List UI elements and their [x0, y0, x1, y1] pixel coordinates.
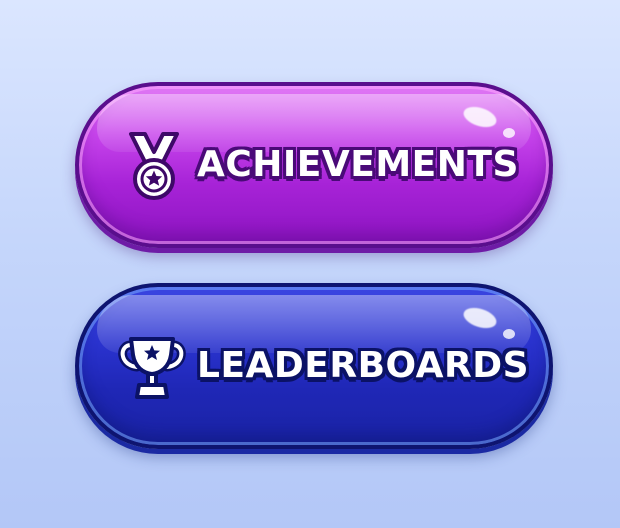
achievements-button[interactable]: ACHIEVEMENTS: [75, 82, 553, 248]
leaderboards-button[interactable]: LEADERBOARDS: [75, 283, 553, 449]
game-menu: ACHIEVEMENTS LEADERBOARDS: [0, 0, 620, 528]
leaderboards-label: LEADERBOARDS: [197, 345, 530, 386]
medal-icon: [123, 132, 185, 202]
achievements-label: ACHIEVEMENTS: [197, 144, 519, 185]
trophy-icon: [118, 333, 186, 403]
